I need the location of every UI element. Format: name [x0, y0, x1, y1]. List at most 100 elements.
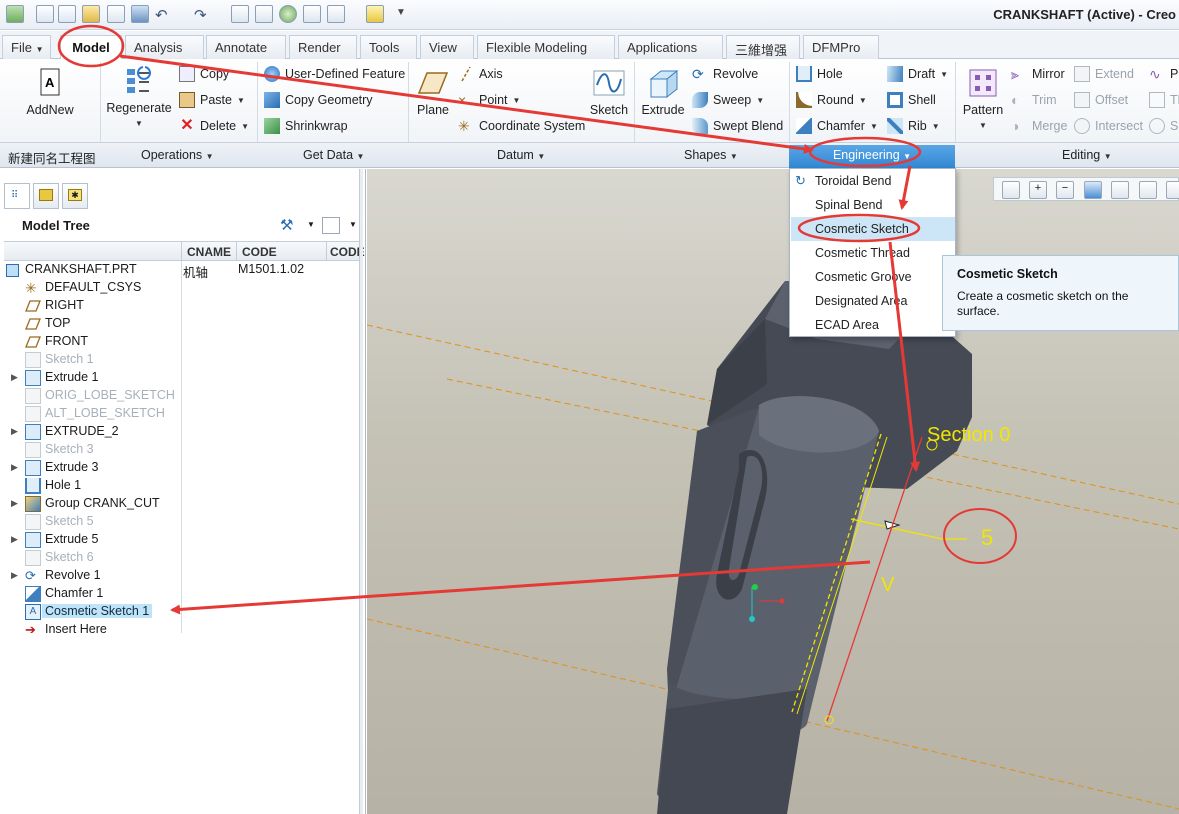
- expand-icon[interactable]: ▶: [11, 570, 18, 581]
- menu-item-cosmetic-thread[interactable]: Cosmetic Thread: [791, 241, 955, 265]
- tree-row-chamfer-1[interactable]: Chamfer 1: [4, 585, 359, 603]
- column-code[interactable]: CODE: [242, 245, 277, 259]
- coordinate-system-button[interactable]: ✳ Coordinate System: [458, 118, 585, 134]
- group-datum[interactable]: Datum ▼: [497, 148, 545, 162]
- hole-button[interactable]: Hole: [796, 66, 843, 82]
- saved-orientations-icon[interactable]: [1139, 181, 1157, 199]
- tab-annotate[interactable]: Annotate: [206, 35, 286, 59]
- point-button[interactable]: × Point ▼: [458, 92, 520, 108]
- regenerate-qa-icon[interactable]: [231, 5, 249, 23]
- new-window-icon[interactable]: [58, 5, 76, 23]
- model-tree-nav-tab[interactable]: ⠿: [4, 183, 30, 209]
- tree-settings-icon[interactable]: ⚒: [280, 216, 293, 234]
- menu-item-ecad-area[interactable]: ECAD Area: [791, 313, 955, 337]
- panel-scrollbar[interactable]: [359, 169, 363, 814]
- tab-analysis[interactable]: Analysis: [125, 35, 204, 59]
- tree-row-extrude-2[interactable]: ▶ EXTRUDE_2: [4, 423, 359, 441]
- user-defined-feature-button[interactable]: User-Defined Feature: [264, 66, 405, 82]
- appearance-icon[interactable]: [279, 5, 297, 23]
- folder-browser-nav-tab[interactable]: [33, 183, 59, 209]
- regenerate-button[interactable]: Regenerate ▼: [104, 65, 174, 129]
- save-icon[interactable]: [131, 5, 149, 23]
- menu-item-cosmetic-sketch[interactable]: Cosmetic Sketch: [791, 217, 955, 241]
- mirror-button[interactable]: ⫸ Mirror: [1011, 66, 1065, 82]
- menu-item-designated-area[interactable]: Designated Area: [791, 289, 955, 313]
- rib-button[interactable]: Rib ▼: [887, 118, 940, 134]
- chevron-down-icon[interactable]: ▼: [349, 220, 357, 229]
- zoom-out-icon[interactable]: −: [1056, 181, 1074, 199]
- sketch-button[interactable]: Sketch: [588, 67, 630, 117]
- shell-button[interactable]: Shell: [887, 92, 936, 108]
- thicken-button[interactable]: Th: [1149, 92, 1179, 108]
- copy-button[interactable]: Copy: [179, 66, 229, 82]
- extend-button[interactable]: Extend: [1074, 66, 1134, 82]
- copy-geometry-button[interactable]: Copy Geometry: [264, 92, 373, 108]
- customize-qa-icon[interactable]: ▼: [396, 7, 406, 18]
- menu-item-spinal-bend[interactable]: Spinal Bend: [791, 193, 955, 217]
- tree-row-insert-here[interactable]: ➔ Insert Here: [4, 621, 359, 639]
- folder-icon[interactable]: [366, 5, 384, 23]
- tab-render[interactable]: Render: [289, 35, 357, 59]
- solidify-button[interactable]: So: [1149, 118, 1179, 134]
- tab-model[interactable]: Model: [60, 35, 122, 60]
- shrinkwrap-button[interactable]: Shrinkwrap: [264, 118, 348, 134]
- tab-tools[interactable]: Tools: [360, 35, 417, 59]
- tree-row-right[interactable]: RIGHT: [4, 297, 359, 315]
- expand-icon[interactable]: ▶: [11, 462, 18, 473]
- tree-row-hole-1[interactable]: Hole 1: [4, 477, 359, 495]
- menu-item-cosmetic-groove[interactable]: Cosmetic Groove: [791, 265, 955, 289]
- group-custom[interactable]: 新建同名工程图: [8, 148, 96, 167]
- view-manager-icon[interactable]: [1166, 181, 1179, 199]
- expand-icon[interactable]: ▶: [11, 534, 18, 545]
- group-editing[interactable]: Editing ▼: [1062, 148, 1112, 162]
- tree-row-orig-lobe-sketch[interactable]: ORIG_LOBE_SKETCH: [4, 387, 359, 405]
- tab-file[interactable]: File ▼: [2, 35, 51, 59]
- group-shapes[interactable]: Shapes ▼: [684, 148, 738, 162]
- tree-row-sketch-6[interactable]: Sketch 6: [4, 549, 359, 567]
- chamfer-button[interactable]: Chamfer ▼: [796, 118, 878, 134]
- tree-row-sketch-1[interactable]: Sketch 1: [4, 351, 359, 369]
- tab-dfmpro[interactable]: DFMPro: [803, 35, 879, 59]
- window-icon[interactable]: [327, 5, 345, 23]
- tree-row-extrude-3[interactable]: ▶ Extrude 3: [4, 459, 359, 477]
- tree-row-sketch-3[interactable]: Sketch 3: [4, 441, 359, 459]
- tree-columns-icon[interactable]: [322, 217, 340, 234]
- round-button[interactable]: Round ▼: [796, 92, 867, 108]
- tab-applications[interactable]: Applications: [618, 35, 723, 59]
- favorites-nav-tab[interactable]: ✱: [62, 183, 88, 209]
- verify-icon[interactable]: [303, 5, 321, 23]
- tree-row-revolve-1[interactable]: ▶ ⟳ Revolve 1: [4, 567, 359, 585]
- tree-row-top[interactable]: TOP: [4, 315, 359, 333]
- tree-row-cosmetic-sketch-1[interactable]: A Cosmetic Sketch 1: [4, 603, 359, 621]
- expand-icon[interactable]: ▶: [11, 372, 18, 383]
- draft-button[interactable]: Draft ▼: [887, 66, 948, 82]
- axis-button[interactable]: Axis: [458, 66, 503, 82]
- redo-icon[interactable]: ↷: [194, 6, 207, 24]
- merge-button[interactable]: ◑ Merge: [1011, 118, 1067, 134]
- repaint-icon[interactable]: [1084, 181, 1102, 199]
- expand-icon[interactable]: ▶: [11, 426, 18, 437]
- group-get-data[interactable]: Get Data ▼: [303, 148, 364, 162]
- new-file-icon[interactable]: [36, 5, 54, 23]
- tree-row-group-crank-cut[interactable]: ▶ Group CRANK_CUT: [4, 495, 359, 513]
- sweep-button[interactable]: Sweep ▼: [692, 92, 764, 108]
- expand-icon[interactable]: ▶: [11, 498, 18, 509]
- pattern-button[interactable]: Pattern ▼: [960, 67, 1006, 131]
- tab-3d-enhance[interactable]: 三維增强: [726, 35, 800, 59]
- swept-blend-button[interactable]: Swept Blend: [692, 118, 783, 134]
- plane-button[interactable]: Plane: [412, 67, 454, 117]
- column-cname[interactable]: CNAME: [187, 245, 231, 259]
- menu-item-toroidal-bend[interactable]: ↻ Toroidal Bend: [791, 169, 955, 193]
- project-button[interactable]: ∿ Pr: [1149, 66, 1179, 82]
- dimension-value[interactable]: 5: [981, 525, 993, 551]
- intersect-button[interactable]: Intersect: [1074, 118, 1143, 134]
- revolve-button[interactable]: ⟳ Revolve: [692, 66, 758, 82]
- extrude-button[interactable]: Extrude: [640, 67, 686, 117]
- display-style-icon[interactable]: [1111, 181, 1129, 199]
- tree-row-default-csys[interactable]: ✳ DEFAULT_CSYS: [4, 279, 359, 297]
- tree-row-extrude-5[interactable]: ▶ Extrude 5: [4, 531, 359, 549]
- paste-button[interactable]: Paste ▼: [179, 92, 245, 108]
- open-folder-icon[interactable]: [82, 5, 100, 23]
- annotation-qa-icon[interactable]: [255, 5, 273, 23]
- group-engineering[interactable]: Engineering ▼: [789, 145, 955, 169]
